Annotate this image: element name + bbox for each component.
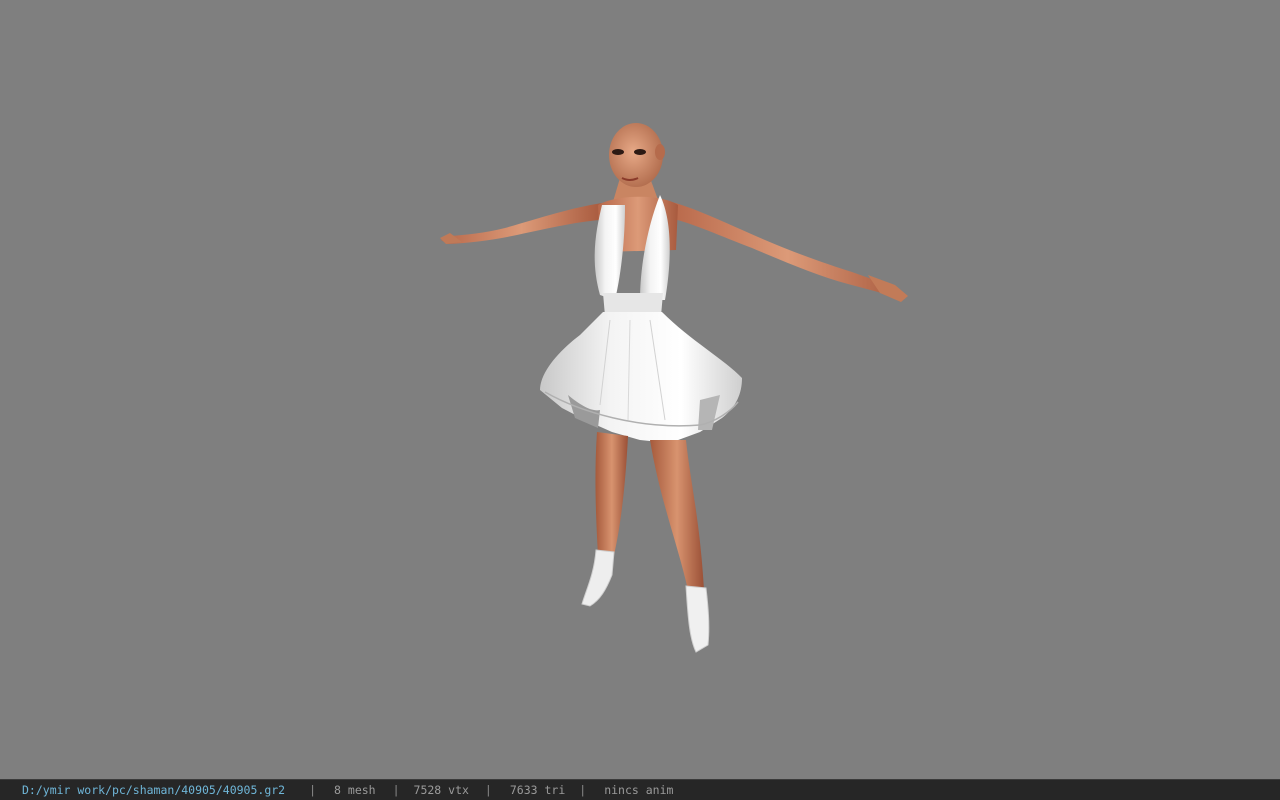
right-arm [670,202,908,302]
dress-skirt [540,312,742,443]
vertex-count: 7528 vtx [413,783,469,797]
status-bar: D:/ymir work/pc/shaman/40905/40905.gr2 |… [0,779,1280,800]
right-boot [685,585,710,653]
head [609,123,665,187]
animation-status: nincs anim [604,783,674,797]
character-model[interactable] [0,0,1280,779]
left-boot [581,549,615,607]
right-leg [650,440,704,590]
left-arm [440,203,602,244]
separator: | [392,783,400,797]
file-path: D:/ymir work/pc/shaman/40905/40905.gr2 [22,783,286,797]
separator: | [309,783,317,797]
mesh-count: 8 mesh [334,783,376,797]
left-leg [595,432,628,555]
separator: | [579,783,587,797]
3d-viewport[interactable] [0,0,1280,779]
triangle-count: 7633 tri [509,783,566,797]
separator: | [484,783,492,797]
